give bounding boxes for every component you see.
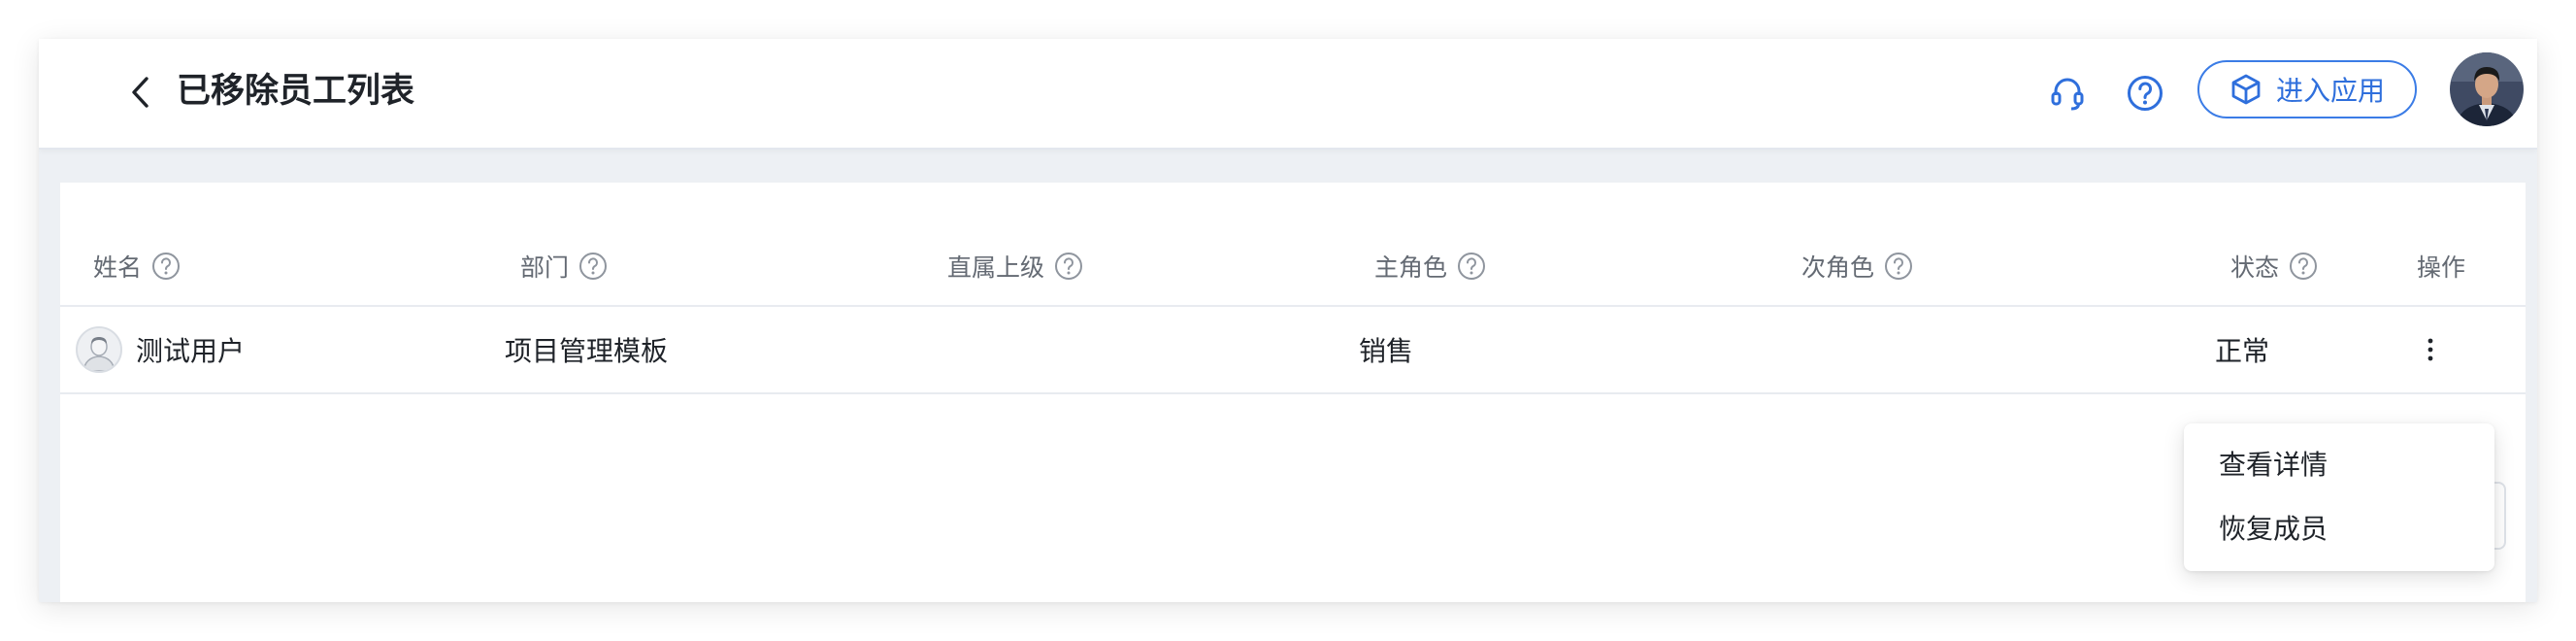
- help-circle-icon[interactable]: [578, 252, 608, 281]
- user-avatar[interactable]: [2450, 52, 2524, 126]
- cell-department: 项目管理模板: [505, 335, 669, 367]
- column-label: 次角色: [1801, 253, 1875, 282]
- column-label: 直属上级: [947, 253, 1045, 282]
- help-circle-icon[interactable]: [2289, 252, 2318, 281]
- menu-item-restore-member[interactable]: 恢复成员: [2184, 497, 2494, 561]
- employee-name: 测试用户: [136, 335, 246, 367]
- column-label: 姓名: [93, 253, 143, 282]
- help-circle-icon[interactable]: [151, 252, 181, 281]
- help-circle-icon: [2128, 76, 2163, 111]
- column-header-manager: 直属上级: [947, 247, 1083, 286]
- column-header-status: 状态: [2230, 247, 2318, 286]
- enter-app-label: 进入应用: [2275, 75, 2385, 107]
- page-title: 已移除员工列表: [177, 72, 415, 111]
- enter-app-button[interactable]: 进入应用: [2197, 60, 2417, 118]
- row-more-button[interactable]: [2407, 326, 2454, 373]
- cube-icon: [2231, 74, 2261, 105]
- cell-status: 正常: [2215, 335, 2270, 367]
- help-circle-icon[interactable]: [1884, 252, 1913, 281]
- menu-item-view-details[interactable]: 查看详情: [2184, 433, 2494, 497]
- column-header-secondary-role: 次角色: [1801, 247, 1913, 286]
- column-header-department: 部门: [520, 247, 608, 286]
- page-header: 已移除员工列表 进入应用: [39, 39, 2537, 150]
- more-vertical-icon: [2427, 338, 2433, 361]
- column-label: 主角色: [1374, 253, 1448, 282]
- removed-employee-table: 姓名 部门 直属上级 主角色 次角色 状态 操作 测试用户 项目管理模板 销售 …: [60, 183, 2526, 602]
- column-label: 操作: [2417, 253, 2466, 282]
- table-row[interactable]: 测试用户 项目管理模板 销售 正常: [60, 307, 2526, 394]
- back-button[interactable]: [116, 68, 165, 117]
- help-button[interactable]: [2122, 70, 2168, 117]
- headset-icon: [2051, 78, 2084, 111]
- column-header-primary-role: 主角色: [1374, 247, 1486, 286]
- support-button[interactable]: [2044, 70, 2091, 117]
- help-circle-icon[interactable]: [1054, 252, 1083, 281]
- row-action-menu: 查看详情 恢复成员: [2184, 423, 2494, 571]
- column-header-name: 姓名: [93, 247, 181, 286]
- table-header: 姓名 部门 直属上级 主角色 次角色 状态 操作: [60, 183, 2526, 307]
- app-window: 已移除员工列表 进入应用 姓名 部门 直属上级 主角色 次角色 状态 操作 测试…: [39, 39, 2537, 602]
- help-circle-icon[interactable]: [1457, 252, 1486, 281]
- cell-name: 测试用户: [76, 307, 245, 392]
- column-label: 状态: [2230, 253, 2280, 282]
- column-header-actions: 操作: [2417, 247, 2465, 286]
- user-photo: [2450, 52, 2524, 126]
- avatar: [76, 326, 122, 373]
- column-label: 部门: [520, 253, 570, 282]
- cell-primary-role: 销售: [1359, 335, 1414, 367]
- chevron-left-icon: [132, 77, 149, 108]
